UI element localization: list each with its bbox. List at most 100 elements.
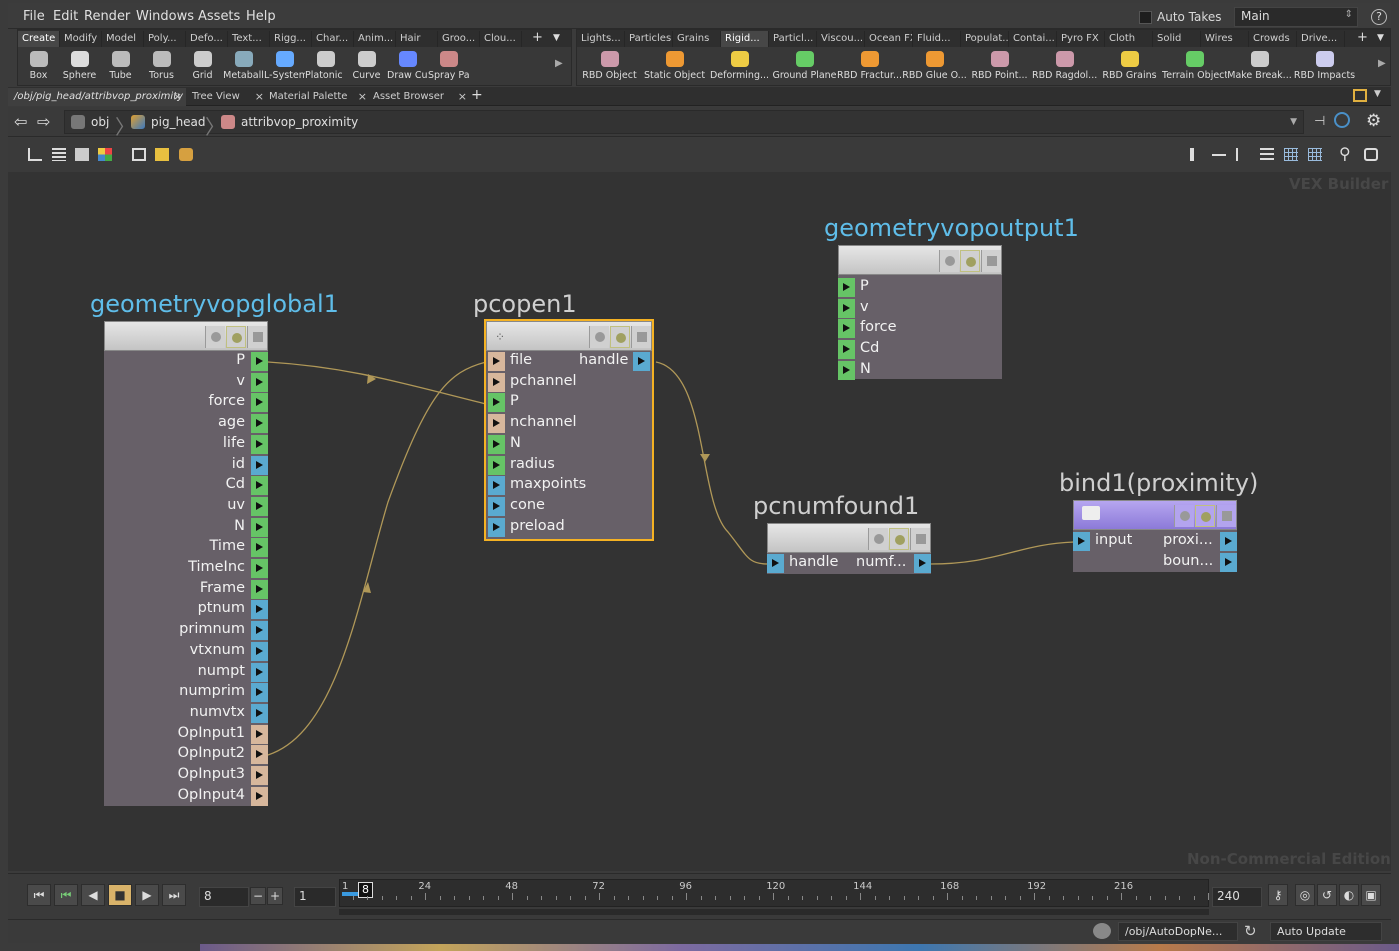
forward-arrow-icon[interactable]: ⇨ bbox=[37, 112, 50, 131]
close-icon[interactable]: × bbox=[358, 90, 367, 103]
tab-material-palette[interactable]: Material Palette × bbox=[263, 88, 371, 106]
output-port[interactable] bbox=[251, 455, 268, 475]
input-port[interactable] bbox=[488, 352, 505, 371]
range-slider[interactable] bbox=[339, 909, 1209, 915]
output-port[interactable] bbox=[633, 352, 650, 371]
crumb-attribvop[interactable]: attribvop_proximity bbox=[241, 115, 358, 129]
shelf-tab[interactable]: Populat... bbox=[961, 31, 1009, 47]
current-frame-field[interactable]: 8 bbox=[199, 887, 249, 907]
shelf-tab[interactable]: Cloth bbox=[1105, 31, 1153, 47]
node-title-pcnumfound[interactable]: pcnumfound1 bbox=[753, 492, 919, 520]
link-icon[interactable] bbox=[1334, 112, 1350, 128]
jump-end-button[interactable]: ⏭ bbox=[162, 884, 186, 906]
input-port[interactable] bbox=[838, 360, 855, 380]
pane-menu-chevron-icon[interactable]: ▼ bbox=[1374, 89, 1381, 99]
debug-flag-icon[interactable] bbox=[631, 326, 651, 348]
shelf-tool[interactable]: Ground Plane bbox=[772, 49, 837, 87]
box-icon[interactable] bbox=[132, 148, 146, 161]
search-icon[interactable]: ⚲ bbox=[1339, 144, 1351, 163]
output-port[interactable] bbox=[251, 703, 268, 723]
menu-edit[interactable]: Edit bbox=[53, 9, 78, 24]
shelf-tool[interactable]: Terrain Object bbox=[1162, 49, 1227, 87]
shelf-tab[interactable]: Particles bbox=[625, 31, 673, 47]
input-port[interactable] bbox=[1073, 532, 1090, 551]
sticky-note-icon[interactable] bbox=[155, 148, 169, 161]
output-port[interactable] bbox=[251, 559, 268, 578]
network-editor[interactable]: VEX Builder Non-Commercial Edition geome… bbox=[8, 172, 1391, 871]
debug-flag-icon[interactable] bbox=[981, 250, 1001, 272]
output-port[interactable] bbox=[914, 554, 931, 573]
shelf-tab[interactable]: Particl... bbox=[769, 31, 817, 47]
shelf-tab[interactable]: Groo... bbox=[438, 31, 480, 47]
output-port[interactable] bbox=[251, 745, 268, 765]
global-anim-options-icon[interactable]: ▣ bbox=[1361, 884, 1381, 906]
node-header[interactable]: ⁘ bbox=[486, 321, 652, 351]
menu-file[interactable]: File bbox=[23, 9, 45, 24]
tab-tree-view[interactable]: Tree View × bbox=[186, 88, 268, 106]
bypass-flag-icon[interactable] bbox=[1195, 505, 1215, 527]
dop-path-field[interactable]: /obj/AutoDopNe... bbox=[1118, 922, 1238, 941]
debug-flag-icon[interactable] bbox=[1216, 505, 1236, 527]
shelf-tab[interactable]: Viscou... bbox=[817, 31, 865, 47]
shelf-tab[interactable]: Contai... bbox=[1009, 31, 1057, 47]
output-port[interactable] bbox=[251, 786, 268, 806]
node-bind1[interactable]: input proxi... boun... bbox=[1073, 500, 1237, 572]
shelf-tab[interactable]: Solid bbox=[1153, 31, 1201, 47]
shelf-tool[interactable]: Make Break... bbox=[1227, 49, 1292, 87]
tab-network[interactable]: /obj/pig_head/attribvop_proximity × bbox=[8, 88, 186, 106]
gear-icon[interactable]: ⚙ bbox=[1366, 111, 1381, 131]
shelf-tool[interactable]: RBD Grains bbox=[1097, 49, 1162, 87]
output-port[interactable] bbox=[251, 621, 268, 641]
shelf-tab[interactable]: Char... bbox=[312, 31, 354, 47]
menu-render[interactable]: Render bbox=[84, 9, 130, 24]
shelf-tool[interactable]: RBD Ragdol... bbox=[1032, 49, 1097, 87]
crumb-obj[interactable]: obj bbox=[91, 115, 109, 129]
input-port[interactable] bbox=[767, 554, 784, 573]
cloud-icon[interactable] bbox=[1093, 923, 1111, 939]
decrement-frame-button[interactable]: − bbox=[250, 887, 266, 905]
display-options-icon[interactable] bbox=[1364, 148, 1378, 161]
output-port[interactable] bbox=[251, 393, 268, 413]
shelf-tab[interactable]: Text... bbox=[228, 31, 270, 47]
crumb-pig-head[interactable]: pig_head bbox=[151, 115, 206, 129]
input-port[interactable] bbox=[488, 517, 505, 537]
shelf-tab[interactable]: Drive... bbox=[1297, 31, 1345, 47]
wire-opinput2-to-file[interactable] bbox=[267, 361, 487, 756]
add-tab-icon[interactable]: + bbox=[471, 87, 483, 103]
output-port[interactable] bbox=[1220, 532, 1237, 551]
shelf-tab[interactable]: Defo... bbox=[186, 31, 228, 47]
shelf-tab[interactable]: Crowds bbox=[1249, 31, 1297, 47]
output-port[interactable] bbox=[251, 579, 268, 599]
step-back-button[interactable]: ⏮ bbox=[54, 884, 78, 906]
close-icon[interactable]: × bbox=[173, 90, 182, 103]
node-header[interactable] bbox=[1073, 500, 1237, 530]
bypass-flag-icon[interactable] bbox=[889, 528, 909, 550]
align-vertical-icon[interactable] bbox=[1190, 148, 1194, 161]
output-port[interactable] bbox=[251, 662, 268, 682]
node-geometryvopoutput1[interactable]: Pv force Cd N bbox=[838, 245, 1002, 380]
shelf-tab[interactable]: Model bbox=[102, 31, 144, 47]
shelf-tab[interactable]: Create bbox=[18, 31, 60, 47]
node-title-pcopen[interactable]: pcopen1 bbox=[473, 290, 577, 318]
shelf-tool[interactable]: Curve bbox=[346, 49, 387, 87]
debug-flag-icon[interactable] bbox=[247, 326, 267, 348]
input-port[interactable] bbox=[488, 393, 505, 413]
node-header[interactable] bbox=[104, 321, 268, 351]
output-port[interactable] bbox=[251, 352, 268, 371]
input-port[interactable] bbox=[838, 298, 855, 318]
shelf-tool[interactable]: RBD Glue O... bbox=[902, 49, 967, 87]
shelf-tool[interactable]: Platonic Sol... bbox=[305, 49, 346, 87]
input-port[interactable] bbox=[488, 476, 505, 496]
tee-icon[interactable] bbox=[1236, 148, 1250, 161]
output-port[interactable] bbox=[1220, 553, 1237, 572]
play-button[interactable]: ▶ bbox=[135, 884, 159, 906]
shelf-tab[interactable]: Wires bbox=[1201, 31, 1249, 47]
jump-start-button[interactable]: ⏮ bbox=[27, 884, 51, 906]
update-mode-select[interactable]: Auto Update bbox=[1270, 922, 1382, 941]
timeline-track[interactable]: 8 1 24 48 72 96 120 144 168 192 216 bbox=[339, 879, 1209, 907]
add-shelf-right-icon[interactable]: + bbox=[1357, 30, 1368, 45]
loop-icon[interactable]: ↺ bbox=[1317, 884, 1337, 906]
shelf-tool[interactable]: RBD Point... bbox=[967, 49, 1032, 87]
output-port[interactable] bbox=[251, 641, 268, 661]
bypass-flag-icon[interactable] bbox=[960, 250, 980, 272]
